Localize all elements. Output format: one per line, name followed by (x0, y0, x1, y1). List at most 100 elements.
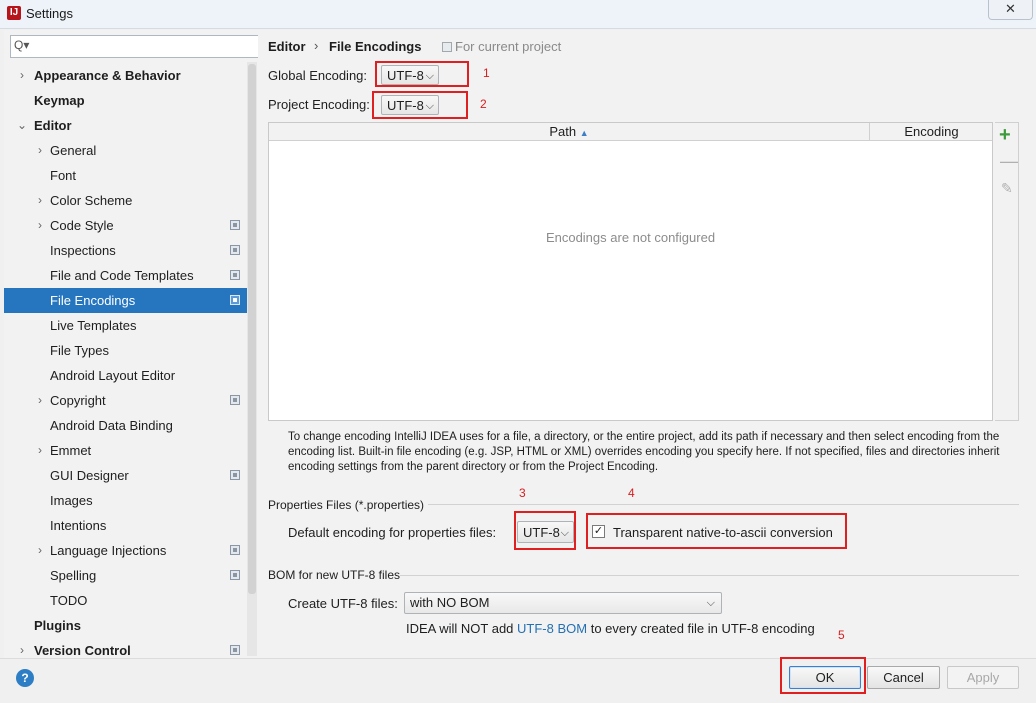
add-icon[interactable]: + (999, 124, 1011, 146)
chevron-right-icon[interactable]: › (34, 188, 46, 213)
bom-note: IDEA will NOT add UTF-8 BOM to every cre… (406, 621, 815, 636)
tree-item-label: Appearance & Behavior (34, 68, 181, 83)
tree-item-label: Emmet (50, 443, 92, 458)
bom-note-suffix: to every created file in UTF-8 encoding (587, 621, 815, 636)
tree-item-label: Live Templates (50, 318, 137, 333)
project-scope-icon (230, 545, 240, 555)
tree-item-editor[interactable]: ⌄ Editor (4, 113, 257, 138)
sort-ascending-icon: ▲ (579, 128, 589, 138)
column-header-path[interactable]: Path ▲ (269, 123, 870, 140)
project-scope-icon (230, 245, 240, 255)
chevron-right-icon[interactable]: › (34, 388, 46, 413)
transparent-conversion-checkbox[interactable]: ✓ (592, 525, 605, 538)
breadcrumb-separator-icon: › (314, 38, 319, 53)
table-empty-message: Encodings are not configured (545, 230, 716, 245)
tree-item-label: Copyright (50, 393, 106, 408)
chevron-right-icon[interactable]: › (16, 63, 28, 88)
tree-item-label: File and Code Templates (50, 268, 194, 283)
tree-item-live-templates[interactable]: Live Templates (4, 313, 257, 338)
project-scope-icon (230, 570, 240, 580)
tree-item-color-scheme[interactable]: › Color Scheme (4, 188, 257, 213)
annotation-number-1: 1 (483, 66, 490, 80)
utf8-bom-link[interactable]: UTF-8 BOM (517, 621, 587, 636)
settings-search-input[interactable] (10, 35, 272, 58)
tree-item-spelling[interactable]: Spelling (4, 563, 257, 588)
chevron-down-icon: ⌵ (560, 527, 569, 539)
tree-item-plugins[interactable]: Plugins (4, 613, 257, 638)
project-encoding-select[interactable]: UTF-8 ⌵ (381, 95, 439, 115)
column-header-encoding[interactable]: Encoding (871, 123, 992, 140)
chevron-right-icon[interactable]: › (34, 138, 46, 163)
sidebar-scrollbar-thumb[interactable] (248, 64, 256, 594)
tree-item-label: Images (50, 493, 93, 508)
tree-item-emmet[interactable]: › Emmet (4, 438, 257, 463)
tree-item-label: Spelling (50, 568, 97, 583)
tree-item-android-data-binding[interactable]: Android Data Binding (4, 413, 257, 438)
chevron-right-icon[interactable]: › (34, 538, 46, 563)
tree-item-font[interactable]: Font (4, 163, 257, 188)
encoding-help-text: To change encoding IntelliJ IDEA uses fo… (288, 431, 1000, 473)
project-scope-icon (230, 645, 240, 655)
tree-item-label: Font (50, 168, 77, 183)
search-icon: Q▾ (14, 38, 30, 52)
ok-button[interactable]: OK (789, 666, 861, 689)
edit-pencil-icon[interactable]: ✎ (1001, 180, 1013, 196)
chevron-down-icon: ⌵ (706, 597, 715, 609)
breadcrumb-scope-note: For current project (455, 39, 562, 54)
global-encoding-value: UTF-8 (387, 68, 424, 83)
bom-section-title: BOM for new UTF-8 files (268, 568, 401, 582)
tree-item-label: Inspections (50, 243, 116, 258)
tree-item-label: File Encodings (50, 293, 136, 308)
tree-item-inspections[interactable]: Inspections (4, 238, 257, 263)
tree-item-label: Android Layout Editor (50, 368, 176, 383)
create-utf8-files-label: Create UTF-8 files: (288, 596, 398, 611)
tree-item-intentions[interactable]: Intentions (4, 513, 257, 538)
close-icon: ✕ (1005, 1, 1016, 16)
tree-item-copyright[interactable]: › Copyright (4, 388, 257, 413)
tree-item-file-encodings[interactable]: File Encodings (4, 288, 257, 313)
transparent-conversion-label[interactable]: Transparent native-to-ascii conversion (613, 525, 833, 540)
global-encoding-select[interactable]: UTF-8 ⌵ (381, 65, 439, 85)
encodings-table[interactable] (268, 122, 993, 421)
tree-item-gui-designer[interactable]: GUI Designer (4, 463, 257, 488)
apply-button[interactable]: Apply (947, 666, 1019, 689)
tree-item-todo[interactable]: TODO (4, 588, 257, 613)
project-scope-icon (230, 270, 240, 280)
chevron-right-icon[interactable]: › (34, 213, 46, 238)
tree-item-label: Intentions (50, 518, 107, 533)
default-properties-encoding-select[interactable]: UTF-8 ⌵ (517, 521, 574, 543)
default-properties-encoding-value: UTF-8 (523, 525, 560, 540)
default-properties-encoding-label: Default encoding for properties files: (288, 525, 497, 540)
tree-item-label: Android Data Binding (50, 418, 173, 433)
tree-item-file-and-code-templates[interactable]: File and Code Templates (4, 263, 257, 288)
tree-item-images[interactable]: Images (4, 488, 257, 513)
tree-item-label: Editor (34, 118, 72, 133)
remove-icon[interactable]: — (1000, 150, 1018, 172)
create-utf8-files-select[interactable]: with NO BOM ⌵ (404, 592, 722, 614)
chevron-down-icon[interactable]: ⌄ (16, 113, 28, 138)
help-icon[interactable]: ? (16, 669, 34, 687)
tree-item-file-types[interactable]: File Types (4, 338, 257, 363)
tree-item-label: Language Injections (50, 543, 167, 558)
tree-item-label: File Types (50, 343, 110, 358)
properties-section-title: Properties Files (*.properties) (268, 498, 425, 512)
tree-item-android-layout-editor[interactable]: Android Layout Editor (4, 363, 257, 388)
tree-item-language-injections[interactable]: › Language Injections (4, 538, 257, 563)
column-header-path-label: Path (549, 124, 577, 139)
chevron-right-icon[interactable]: › (34, 438, 46, 463)
tree-item-label: GUI Designer (50, 468, 129, 483)
chevron-down-icon: ⌵ (425, 70, 434, 82)
bom-note-prefix: IDEA will NOT add (406, 621, 518, 636)
tree-item-keymap[interactable]: Keymap (4, 88, 257, 113)
annotation-number-2: 2 (480, 97, 487, 111)
close-window-button[interactable]: ✕ (988, 0, 1033, 20)
breadcrumb-section: Editor (268, 39, 306, 54)
bom-section-divider (400, 575, 1019, 576)
tree-item-appearance-behavior[interactable]: › Appearance & Behavior (4, 63, 257, 88)
project-encoding-value: UTF-8 (387, 98, 424, 113)
tree-item-general[interactable]: › General (4, 138, 257, 163)
tree-item-code-style[interactable]: › Code Style (4, 213, 257, 238)
tree-item-label: Keymap (34, 93, 85, 108)
annotation-number-5: 5 (838, 628, 845, 642)
cancel-button[interactable]: Cancel (867, 666, 940, 689)
